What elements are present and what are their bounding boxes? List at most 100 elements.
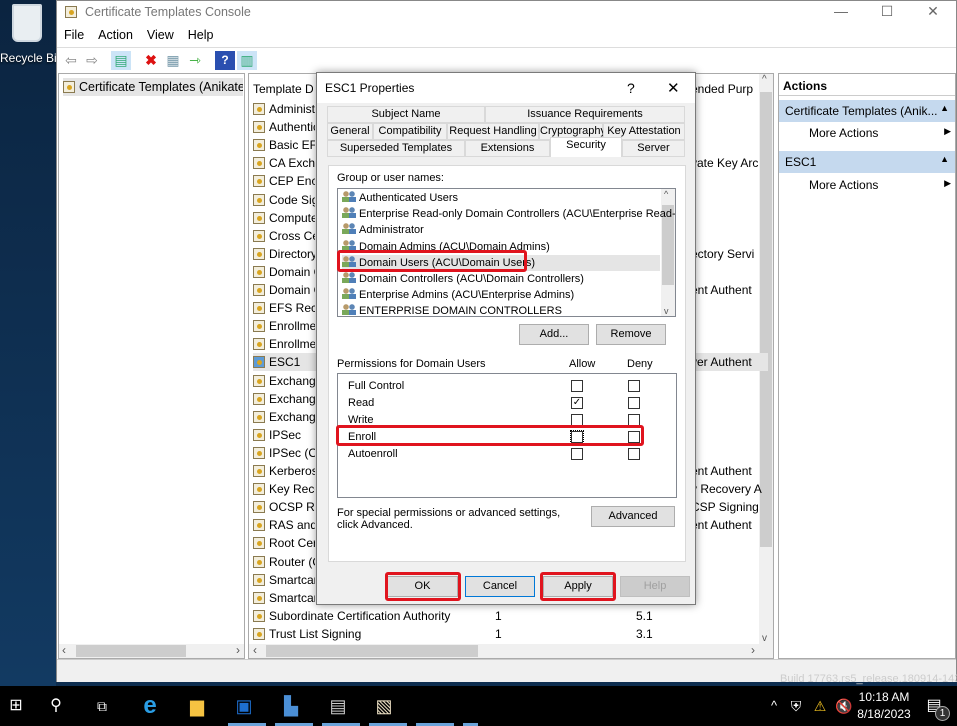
tab-request-handling[interactable]: Request Handling — [447, 123, 539, 140]
administrative-tools-icon[interactable]: ▙ — [279, 694, 303, 718]
windows-start-icon[interactable]: ⊞ — [4, 694, 28, 718]
certificate-templates-icon[interactable]: ▧ — [372, 694, 396, 718]
dialog-close-button[interactable]: ✕ — [667, 79, 680, 97]
actions-section-esc1[interactable]: ESC1 ▲ — [779, 151, 955, 173]
deny-enroll-checkbox[interactable] — [628, 431, 640, 443]
ok-button[interactable]: OK — [387, 576, 458, 597]
allow-read-checkbox[interactable]: ✓ — [571, 397, 583, 409]
deny-autoenroll-checkbox[interactable] — [628, 448, 640, 460]
close-button[interactable]: ✕ — [913, 3, 953, 20]
tab-server[interactable]: Server — [622, 140, 685, 157]
advanced-button[interactable]: Advanced — [591, 506, 675, 527]
user-list-item[interactable]: Enterprise Read-only Domain Controllers … — [342, 206, 675, 222]
clock-date[interactable]: 8/18/2023 — [856, 707, 912, 721]
certificate-icon — [253, 193, 265, 206]
more-actions-certificate-templates[interactable]: More Actions ▶ — [809, 126, 951, 140]
export-list-icon[interactable]: ⇾ — [185, 51, 205, 70]
allow-enroll-checkbox[interactable] — [570, 430, 584, 444]
internet-explorer-icon[interactable]: e — [138, 694, 162, 718]
group-icon — [342, 255, 356, 267]
column-header-name[interactable]: Template Dis — [253, 80, 313, 98]
apply-button[interactable]: Apply — [543, 576, 613, 597]
template-name-text: Directory — [269, 246, 315, 261]
tab-subject-name[interactable]: Subject Name — [327, 106, 485, 123]
clock-time[interactable]: 10:18 AM — [858, 690, 910, 704]
menu-action[interactable]: Action — [91, 25, 140, 45]
column-header-intended-purposes[interactable]: ended Purp — [691, 80, 765, 98]
show-hidden-icons[interactable]: ^ — [762, 694, 786, 718]
tab-general[interactable]: General — [327, 123, 373, 140]
group-user-list[interactable]: ^ v Authenticated Users Enterprise Read-on… — [337, 188, 676, 317]
submenu-arrow-icon: ▶ — [944, 178, 951, 188]
actions-section-certificate-templates[interactable]: Certificate Templates (Anik... ▲ — [779, 100, 955, 122]
file-explorer-icon[interactable]: ▆ — [185, 694, 209, 718]
notification-count-badge: 1 — [935, 706, 950, 721]
user-list-item[interactable]: Domain Controllers (ACU\Domain Controlle… — [342, 271, 584, 287]
remove-button[interactable]: Remove — [596, 324, 666, 345]
user-list-item[interactable]: ENTERPRISE DOMAIN CONTROLLERS — [342, 303, 562, 316]
tab-issuance-requirements[interactable]: Issuance Requirements — [485, 106, 685, 123]
security-alert-icon[interactable]: ⛨ — [784, 694, 808, 718]
minimize-button[interactable]: — — [821, 3, 861, 19]
deny-read-checkbox[interactable] — [628, 397, 640, 409]
allow-full-control-checkbox[interactable] — [571, 380, 583, 392]
permission-name: Full Control — [348, 380, 405, 392]
menu-file[interactable]: File — [57, 25, 91, 45]
network-warning-icon[interactable]: ⚠ — [808, 694, 832, 718]
user-list-item[interactable]: Administrator — [342, 222, 424, 238]
deny-write-checkbox[interactable] — [628, 414, 640, 426]
delete-icon[interactable]: ✖ — [141, 51, 161, 70]
dialog-help-button[interactable]: ? — [627, 80, 635, 96]
group-icon — [342, 272, 356, 283]
deny-full-control-checkbox[interactable] — [628, 380, 640, 392]
table-row[interactable]: Trust List Signing 1 3.1 — [253, 625, 763, 643]
add-button[interactable]: Add... — [519, 324, 589, 345]
maximize-button[interactable]: ☐ — [867, 3, 907, 20]
tab-extensions[interactable]: Extensions — [465, 140, 550, 157]
tree-horizontal-scrollbar[interactable]: ‹ › — [59, 643, 244, 658]
collapse-icon[interactable]: ▲ — [940, 154, 949, 164]
allow-autoenroll-checkbox[interactable] — [571, 448, 583, 460]
collapse-icon[interactable]: ▲ — [940, 103, 949, 113]
show-hide-action-pane-icon[interactable]: ▥ — [237, 51, 257, 70]
recycle-bin-icon[interactable] — [12, 4, 42, 42]
tab-superseded-templates[interactable]: Superseded Templates — [327, 140, 465, 157]
group-icon — [342, 207, 356, 219]
tab-security[interactable]: Security — [550, 137, 622, 157]
certification-authority-icon[interactable]: ▤ — [326, 694, 350, 718]
taskbar: ⊞ ⚲ ⧉ e ▆ ▣ ▙ ▤ ▧ ^ ⛨ ⚠ 🔇 10:18 AM 8/18/… — [0, 686, 957, 726]
more-actions-esc1[interactable]: More Actions ▶ — [809, 178, 951, 192]
back-icon[interactable]: ⇦ — [61, 51, 81, 70]
template-name: Subordinate Certification Authority — [253, 607, 483, 625]
template-name-text: Domain C — [269, 264, 315, 279]
cancel-button[interactable]: Cancel — [465, 576, 535, 597]
user-list-item[interactable]: Authenticated Users — [342, 190, 458, 206]
tab-compatibility[interactable]: Compatibility — [373, 123, 447, 140]
user-list-item[interactable]: Enterprise Admins (ACU\Enterprise Admins… — [342, 287, 574, 303]
volume-muted-icon[interactable]: 🔇 — [832, 694, 856, 718]
user-list-item[interactable]: Domain Users (ACU\Domain Users) — [342, 254, 660, 271]
desktop: Recycle Bin — [0, 0, 63, 686]
forward-icon[interactable]: ⇨ — [82, 51, 102, 70]
template-name-text: Root Cert — [269, 536, 315, 551]
actions-pane: Actions Certificate Templates (Anik... ▲ … — [778, 73, 956, 659]
table-row[interactable]: Subordinate Certification Authority 1 5.1 — [253, 607, 763, 625]
template-name: RAS and I — [253, 516, 315, 534]
search-icon[interactable]: ⚲ — [44, 694, 68, 718]
user-list-item[interactable]: Domain Admins (ACU\Domain Admins) — [342, 239, 550, 255]
show-hide-tree-icon[interactable]: ▤ — [111, 51, 131, 70]
help-icon[interactable]: ? — [215, 51, 235, 70]
properties-icon[interactable]: ▦ — [163, 51, 183, 70]
template-name: Exchange — [253, 408, 315, 426]
intended-purposes: ent Authent — [691, 518, 752, 533]
allow-write-checkbox[interactable] — [571, 414, 583, 426]
list-horizontal-scrollbar[interactable]: ‹ › — [249, 643, 773, 658]
tree-item-certificate-templates[interactable]: Certificate Templates (Anikate-D — [63, 78, 243, 96]
windows-build-watermark: Build 17763.rs5_release.180914-1434 — [780, 673, 957, 685]
template-name: Exchange — [253, 390, 315, 408]
template-name-text: Code Sign — [269, 192, 315, 207]
server-manager-icon[interactable]: ▣ — [232, 694, 256, 718]
menu-view[interactable]: View — [140, 25, 181, 45]
task-view-icon[interactable]: ⧉ — [90, 694, 114, 718]
menu-help[interactable]: Help — [181, 25, 221, 45]
